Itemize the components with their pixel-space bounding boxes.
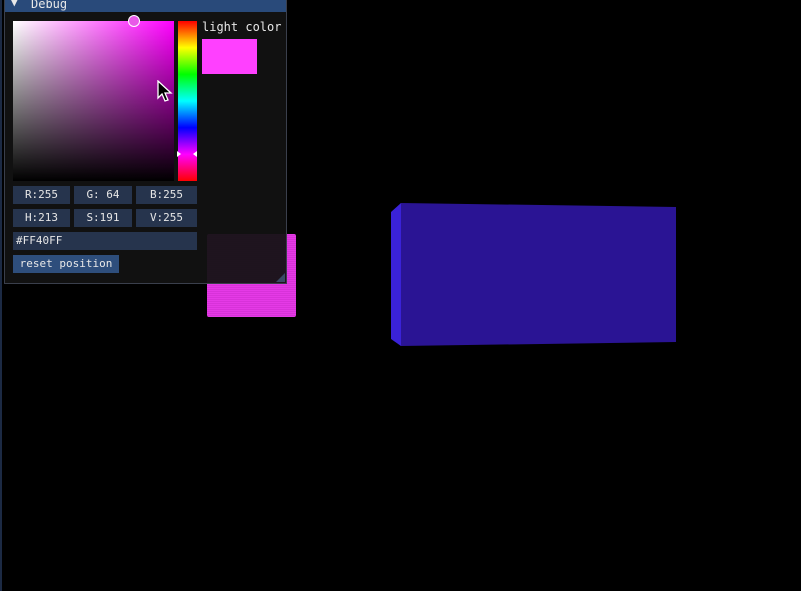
reset-position-button[interactable]: reset position — [13, 255, 119, 273]
light-color-label: light color — [202, 20, 282, 34]
sv-picker-marker-icon[interactable] — [128, 15, 140, 27]
hex-input[interactable]: #FF40FF — [13, 232, 197, 250]
hue-slider[interactable] — [178, 21, 197, 181]
color-preview-swatch[interactable] — [202, 39, 257, 74]
value-input[interactable]: V:255 — [136, 209, 197, 227]
resize-grip-icon[interactable] — [276, 273, 285, 282]
red-input[interactable]: R:255 — [13, 186, 70, 204]
mouse-pointer-icon — [157, 79, 173, 106]
green-input[interactable]: G: 64 — [74, 186, 132, 204]
debug-window[interactable]: ▼ Debug light color R:255 G: 64 B:255 H:… — [4, 0, 287, 284]
saturation-input[interactable]: S:191 — [74, 209, 132, 227]
hue-marker-right-icon — [193, 151, 197, 157]
hue-input[interactable]: H:213 — [13, 209, 70, 227]
blue-box-object — [391, 203, 676, 346]
collapse-triangle-icon[interactable]: ▼ — [11, 0, 18, 9]
blue-input[interactable]: B:255 — [136, 186, 197, 204]
3d-viewport[interactable]: ▼ Debug light color R:255 G: 64 B:255 H:… — [0, 0, 801, 591]
viewport-left-border — [0, 0, 2, 591]
hue-marker-left-icon — [177, 151, 181, 157]
saturation-value-picker[interactable] — [13, 21, 174, 181]
window-title: Debug — [31, 0, 68, 11]
window-title-bar[interactable]: ▼ Debug — [5, 0, 286, 12]
